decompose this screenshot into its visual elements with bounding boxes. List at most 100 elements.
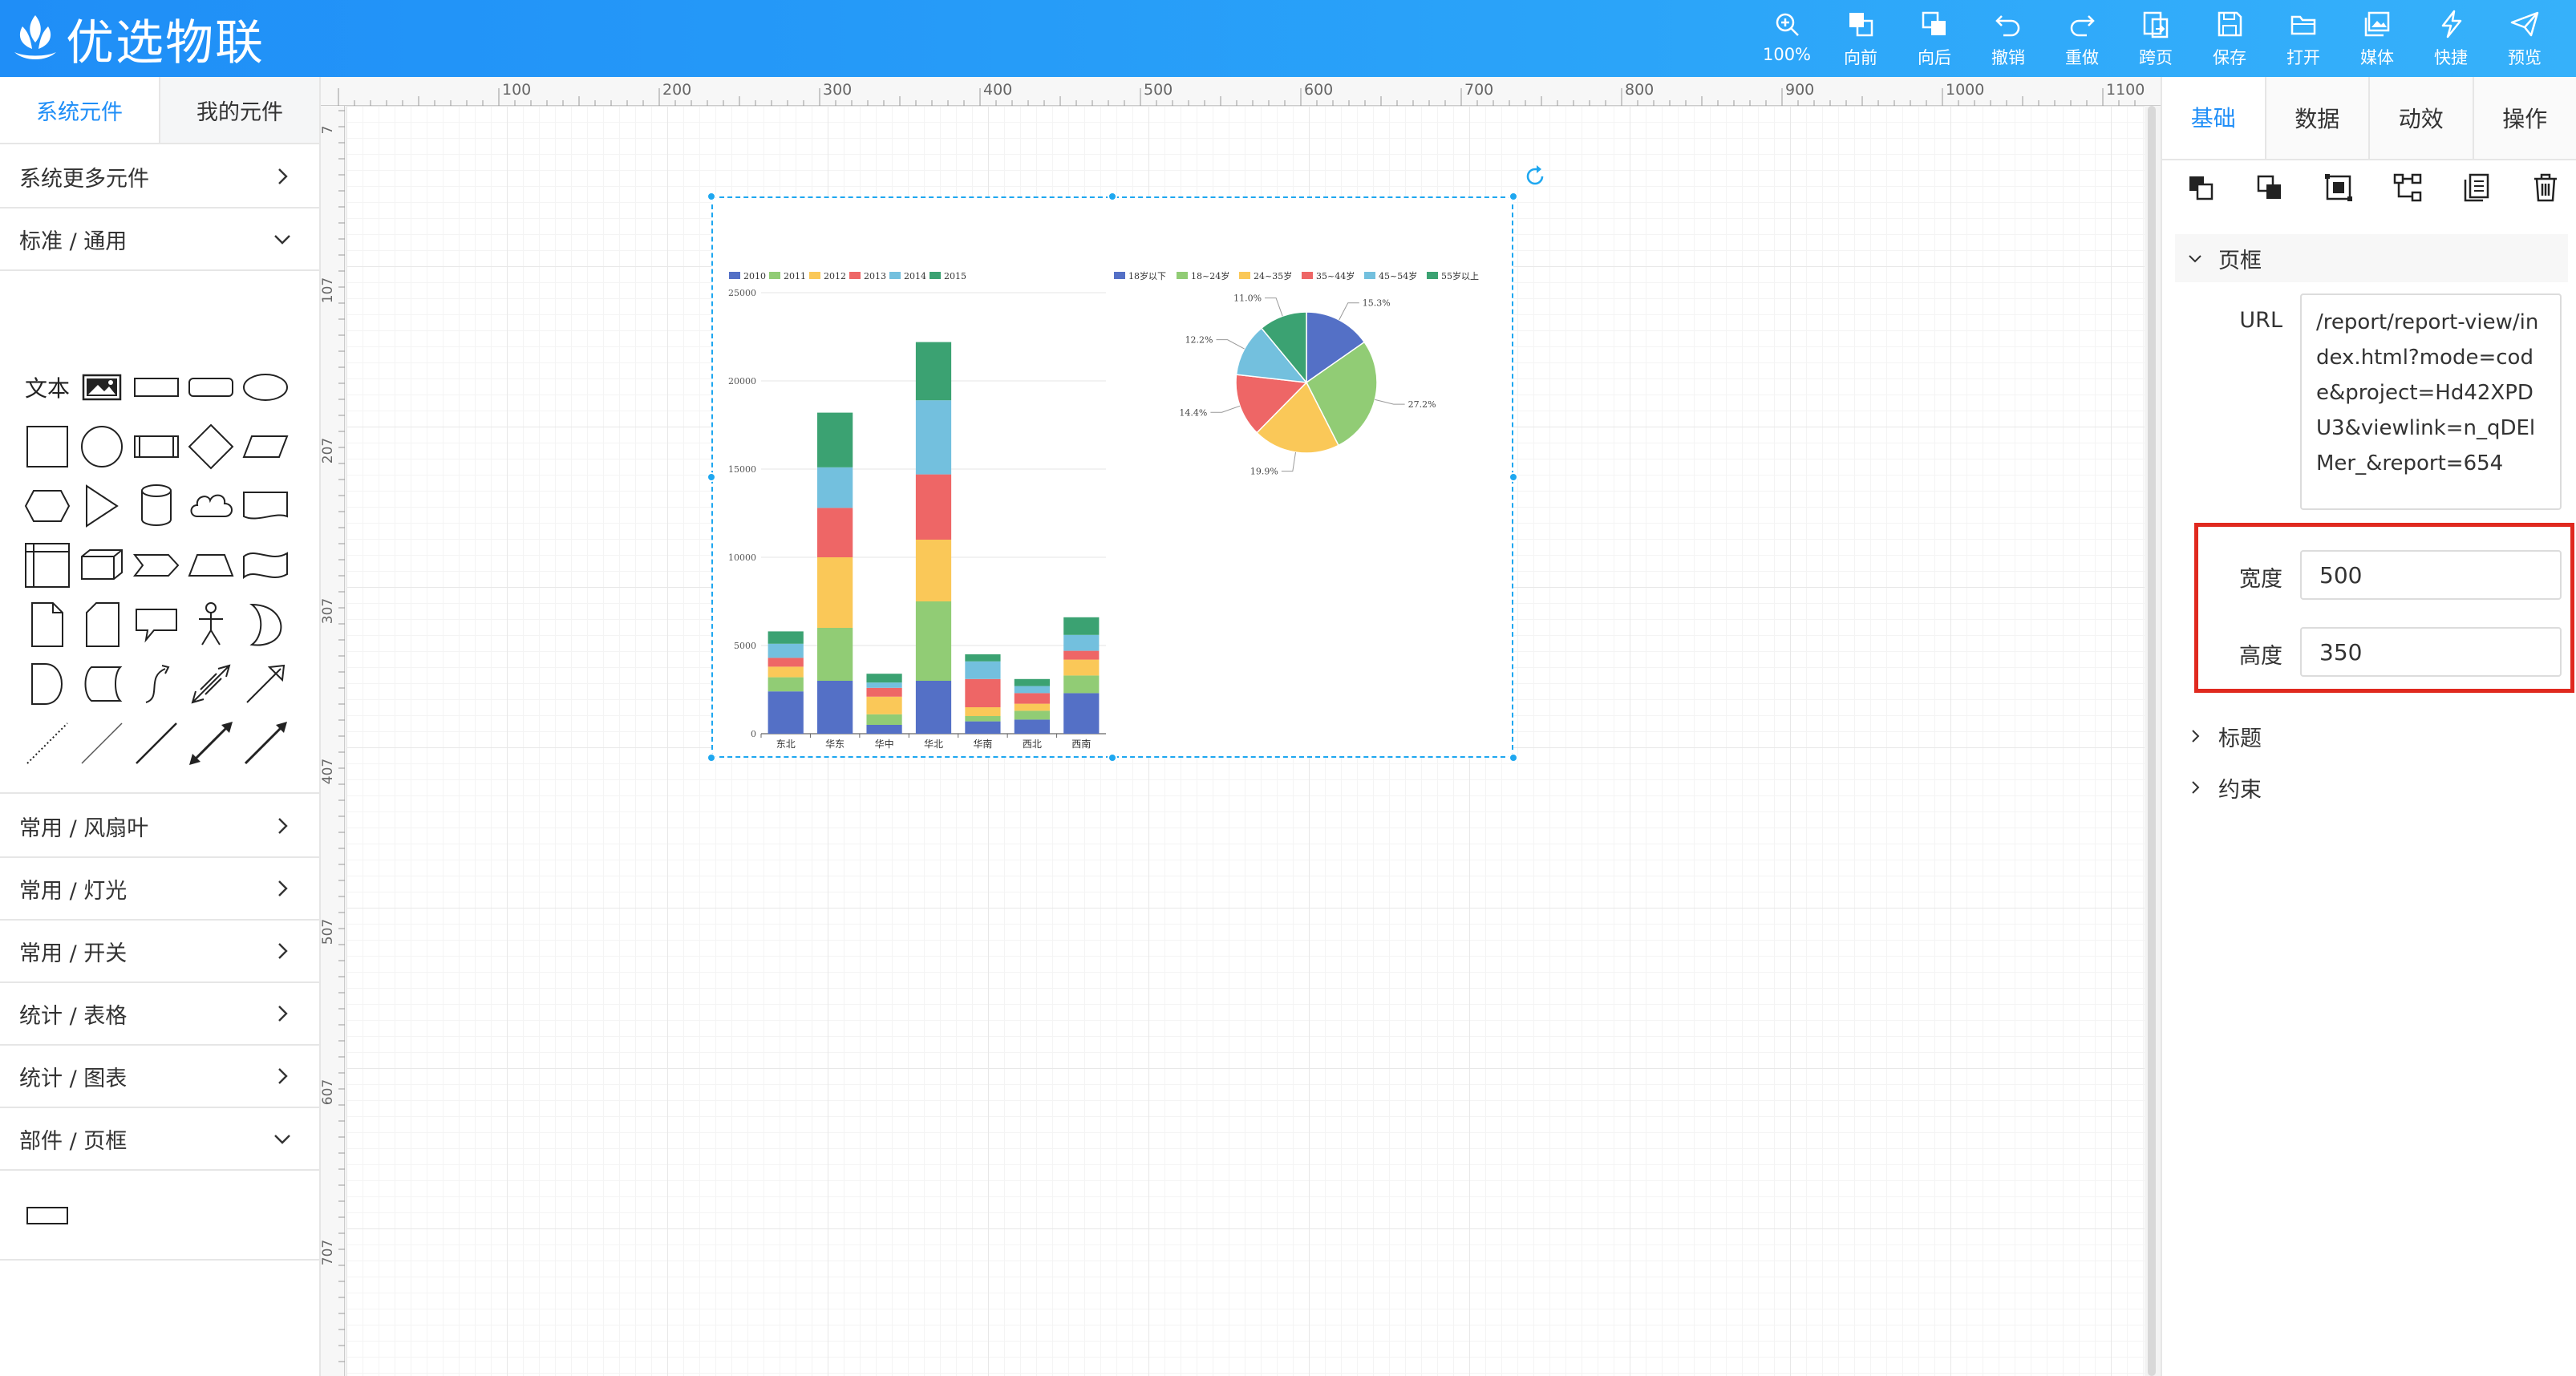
shape-callout-icon[interactable] [130, 598, 183, 651]
shape-triangle-icon[interactable] [75, 480, 128, 532]
toolbar-button-lightning[interactable]: 快捷 [2414, 0, 2488, 77]
y-tick-label: 10000 [728, 552, 756, 563]
ungroup-icon[interactable] [2392, 172, 2424, 204]
group-icon[interactable] [2323, 172, 2355, 204]
resize-handle-left[interactable] [707, 472, 716, 482]
section-chart[interactable]: 统计 / 图表 [0, 1046, 321, 1108]
bring-to-front-icon[interactable] [2185, 172, 2217, 204]
bar-segment [1014, 678, 1050, 686]
shape-stored-data-icon[interactable] [75, 658, 128, 710]
url-textarea[interactable]: /report/report-view/index.html?mode=code… [2300, 293, 2562, 510]
shape-square-icon[interactable] [21, 420, 74, 473]
group-constraint[interactable]: 约束 [2175, 763, 2568, 811]
shape-document-icon[interactable] [239, 480, 292, 532]
shape-cylinder-icon[interactable] [130, 480, 183, 532]
section-frame[interactable]: 部件 / 页框 [0, 1108, 321, 1171]
section-standard[interactable]: 标准 / 通用 [0, 208, 321, 271]
tab-operation[interactable]: 操作 [2472, 77, 2576, 159]
shape-curve-arrow-icon[interactable] [130, 658, 183, 710]
bar-segment [1063, 675, 1100, 694]
shape-diamond-icon[interactable] [184, 420, 237, 473]
resize-handle-top-left[interactable] [707, 192, 716, 201]
design-canvas[interactable]: 0 5000 10000 15000 20000 25000 2010 2011 2012 201… [346, 106, 2145, 1376]
copy-icon[interactable] [2461, 172, 2493, 204]
send-to-back-icon[interactable] [2254, 172, 2286, 204]
shape-rectangle-icon[interactable] [130, 361, 183, 414]
group-title[interactable]: 标题 [2175, 712, 2568, 760]
resize-handle-top[interactable] [1108, 192, 1117, 201]
shape-line-icon[interactable] [130, 717, 183, 770]
shape-step-icon[interactable] [130, 539, 183, 592]
toolbar-button-zoom-in[interactable]: 100% [1750, 0, 1824, 77]
toolbar-button-cross-page[interactable]: 跨页 [2119, 0, 2193, 77]
height-input[interactable]: 350 [2300, 627, 2562, 677]
shape-card-icon[interactable] [75, 598, 128, 651]
delete-icon[interactable] [2529, 172, 2562, 204]
legend-swatch [1302, 272, 1313, 279]
vertical-scrollbar[interactable] [2148, 106, 2156, 1376]
shape-parallelogram-icon[interactable] [239, 420, 292, 473]
tab-basic[interactable]: 基础 [2162, 77, 2265, 159]
shape-process-icon[interactable] [130, 420, 183, 473]
shape-ellipse-icon[interactable] [239, 361, 292, 414]
resize-handle-right[interactable] [1509, 472, 1518, 482]
toolbar-button-bring-forward[interactable]: 向前 [1824, 0, 1898, 77]
section-more-components[interactable]: 系统更多元件 [0, 146, 321, 208]
shape-or-icon[interactable] [239, 598, 292, 651]
shape-circle-icon[interactable] [75, 420, 128, 473]
toolbar-button-label: 媒体 [2360, 48, 2394, 67]
logo: 优选物联 [11, 8, 265, 71]
shape-trapezoid-icon[interactable] [184, 539, 237, 592]
legend-label: 2010 [743, 271, 766, 281]
shape-image-icon[interactable] [75, 361, 128, 414]
shape-double-arrow-icon[interactable] [184, 658, 237, 710]
shape-bidirectional-line-icon[interactable] [184, 717, 237, 770]
bar-segment [768, 631, 804, 644]
resize-handle-top-right[interactable] [1509, 192, 1518, 201]
toolbar-button-media[interactable]: 媒体 [2340, 0, 2414, 77]
section-table[interactable]: 统计 / 表格 [0, 983, 321, 1046]
shape-rounded-rect-icon[interactable] [184, 361, 237, 414]
y-tick-label: 0 [751, 729, 756, 739]
toolbar-button-folder-open[interactable]: 打开 [2266, 0, 2340, 77]
shape-delay-icon[interactable] [21, 658, 74, 710]
shape-frame-icon[interactable] [21, 1188, 74, 1241]
component-panel: 系统元件 我的元件 系统更多元件 标准 / 通用 文本 常用 / 风扇叶 常用 … [0, 77, 321, 1376]
shape-tape-icon[interactable] [239, 539, 292, 592]
shape-arrow-line-icon[interactable] [239, 717, 292, 770]
toolbar-button-redo[interactable]: 重做 [2045, 0, 2119, 77]
section-fan[interactable]: 常用 / 风扇叶 [0, 795, 321, 858]
tab-system-components[interactable]: 系统元件 [0, 77, 159, 143]
shape-hexagon-icon[interactable] [21, 480, 74, 532]
shape-arrow-icon[interactable] [239, 658, 292, 710]
legend-swatch [769, 272, 780, 279]
toolbar-button-undo[interactable]: 撤销 [1971, 0, 2045, 77]
shape-note-icon[interactable] [21, 598, 74, 651]
shape-dashed-line-icon[interactable] [75, 717, 128, 770]
ruler-label: 607 [321, 1079, 336, 1105]
bar-segment [915, 681, 952, 734]
resize-handle-bottom-left[interactable] [707, 753, 716, 763]
toolbar-button-save[interactable]: 保存 [2193, 0, 2266, 77]
tab-animation[interactable]: 动效 [2368, 77, 2473, 159]
tab-my-components[interactable]: 我的元件 [159, 77, 319, 143]
section-switch[interactable]: 常用 / 开关 [0, 921, 321, 983]
group-frame[interactable]: 页框 [2175, 234, 2568, 282]
bar-segment [768, 677, 804, 692]
section-label: 标准 / 通用 [19, 229, 128, 254]
resize-handle-bottom-right[interactable] [1509, 753, 1518, 763]
toolbar-button-send-backward[interactable]: 向后 [1898, 0, 1971, 77]
shape-actor-icon[interactable] [184, 598, 237, 651]
toolbar-button-send-preview[interactable]: 预览 [2488, 0, 2562, 77]
shape-cloud-icon[interactable] [184, 480, 237, 532]
shape-dotted-line-icon[interactable] [21, 717, 74, 770]
shape-text[interactable]: 文本 [21, 361, 74, 414]
rotate-icon[interactable] [1523, 164, 1547, 188]
tab-data[interactable]: 数据 [2264, 77, 2368, 159]
report-frame[interactable]: 0 5000 10000 15000 20000 25000 2010 2011 2012 201… [707, 165, 1544, 763]
section-light[interactable]: 常用 / 灯光 [0, 858, 321, 921]
resize-handle-bottom[interactable] [1108, 753, 1117, 763]
shape-cube-icon[interactable] [75, 539, 128, 592]
shape-internal-storage-icon[interactable] [21, 539, 74, 592]
width-input[interactable]: 500 [2300, 550, 2562, 600]
